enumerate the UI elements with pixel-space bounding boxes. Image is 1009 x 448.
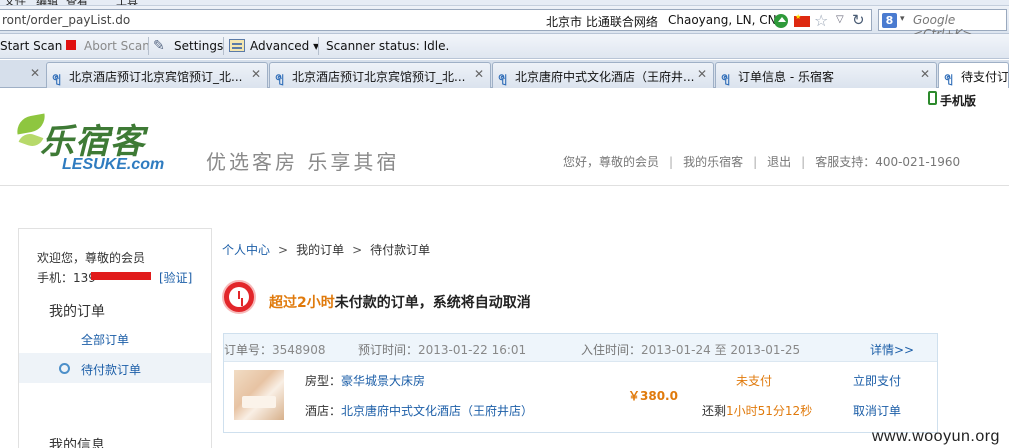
tab-order-info[interactable]: ၛ 订单信息 - 乐宿客 ✕ bbox=[715, 62, 937, 88]
pay-now-link[interactable]: 立即支付 bbox=[853, 372, 901, 389]
tab-close-icon[interactable]: ✕ bbox=[920, 67, 930, 81]
redaction-bar bbox=[91, 272, 151, 280]
stop-icon bbox=[66, 40, 76, 50]
tab-title: 订单信息 - 乐宿客 bbox=[738, 70, 834, 84]
site-favicon-icon: ၛ bbox=[721, 69, 730, 83]
sidebar-item-all-orders[interactable]: 全部订单 bbox=[81, 331, 129, 348]
tab-title: 北京酒店预订北京宾馆预订_北... bbox=[69, 70, 243, 84]
location-city-text: Chaoyang, LN, CN bbox=[668, 13, 777, 27]
my-account-link[interactable]: 我的乐宿客 bbox=[683, 155, 743, 169]
breadcrumb-home-link[interactable]: 个人中心 bbox=[222, 243, 270, 257]
start-scan-button[interactable]: Start Scan ▾ bbox=[0, 39, 72, 53]
verify-phone-link[interactable]: [验证] bbox=[159, 269, 192, 286]
nav-divider: | bbox=[669, 155, 674, 169]
tab-bar: ၛ 北京酒店预订北京宾馆预订_北... ✕ ၛ 北京酒店预订北京宾馆预订_北..… bbox=[0, 60, 1009, 88]
phone-number-text: 手机：139 bbox=[37, 271, 96, 285]
my-info-heading: 我的信息 bbox=[49, 438, 105, 448]
tab-close-icon[interactable]: ✕ bbox=[30, 66, 40, 80]
search-box[interactable]: 8 ▾ Google <Ctrl+K> bbox=[878, 9, 1007, 41]
sidebar-item-label: 待付款订单 bbox=[81, 363, 142, 377]
sidebar-item-pending-orders[interactable]: 待付款订单 bbox=[19, 353, 211, 383]
booking-time: 预订时间：2013-01-22 16:01 bbox=[358, 343, 527, 357]
member-sidebar: 欢迎您，尊敬的会员 手机：139 [验证] 我的订单 全部订单 待付款订单 我的… bbox=[18, 228, 212, 448]
search-engine-icon[interactable]: 8 bbox=[882, 13, 897, 28]
search-engine-dropdown-icon[interactable]: ▾ bbox=[900, 14, 905, 24]
active-circle-icon bbox=[59, 363, 70, 374]
abort-scan-button[interactable]: Abort Scan bbox=[84, 39, 150, 53]
logo-english-text: LESUKE.com bbox=[62, 156, 165, 173]
mobile-version-link[interactable]: 手机版 bbox=[940, 92, 976, 109]
nav-divider: | bbox=[753, 155, 758, 169]
tab-pending-payment[interactable]: ၛ 待支付订 bbox=[938, 62, 1009, 88]
site-favicon-icon: ၛ bbox=[944, 69, 953, 83]
order-card: 订单号：3548908 预订时间：2013-01-22 16:01 入住时间：2… bbox=[223, 333, 938, 433]
breadcrumb: 个人中心 > 我的订单 > 待付款订单 bbox=[222, 241, 430, 258]
breadcrumb-separator: > bbox=[352, 243, 363, 257]
site-favicon-icon: ၛ bbox=[275, 69, 284, 83]
greeting-text: 您好，尊敬的会员 bbox=[563, 155, 660, 169]
tab-title: 待支付订 bbox=[961, 70, 1009, 84]
warning-highlight: 超过2小时 bbox=[269, 295, 335, 311]
advanced-icon bbox=[229, 39, 245, 52]
room-type-row: 房型：豪华城景大床房 bbox=[305, 374, 426, 388]
watermark-text: www.wooyun.org bbox=[872, 428, 1000, 445]
support-phone-text: 客服支持：400-021-1960 bbox=[815, 155, 961, 169]
mobile-phone-icon bbox=[928, 91, 937, 105]
site-slogan: 优选客房 乐享其宿 bbox=[206, 150, 400, 174]
tab-close-icon[interactable]: ✕ bbox=[474, 67, 484, 81]
china-flag-icon bbox=[794, 13, 810, 27]
order-detail-link[interactable]: 详情>> bbox=[870, 341, 914, 358]
room-type-link[interactable]: 豪华城景大床房 bbox=[341, 374, 425, 388]
remaining-time: 还剩1小时51分12秒 bbox=[702, 404, 813, 418]
location-isp-text: 北京市 比通联合网络 bbox=[546, 15, 658, 29]
toolbar-separator bbox=[318, 37, 319, 55]
my-orders-heading: 我的订单 bbox=[49, 304, 105, 320]
bookmark-star-icon[interactable]: ☆ bbox=[814, 11, 828, 30]
breadcrumb-current: 待付款订单 bbox=[370, 243, 431, 257]
tab-hotel-search-1[interactable]: ၛ 北京酒店预订北京宾馆预订_北... ✕ bbox=[46, 62, 268, 88]
reload-icon[interactable]: ↻ bbox=[852, 11, 865, 29]
scanner-status-text: Scanner status: Idle. bbox=[326, 39, 450, 53]
toolbar-separator bbox=[148, 37, 149, 55]
payment-status: 未支付 bbox=[736, 374, 773, 388]
logout-link[interactable]: 退出 bbox=[767, 155, 791, 169]
order-number: 订单号：3548908 bbox=[224, 343, 326, 357]
top-navigation: 您好，尊敬的会员 | 我的乐宿客 | 退出 | 客服支持：400-021-1960 bbox=[563, 153, 960, 170]
hotel-row: 酒店：北京唐府中式文化酒店（王府井店） bbox=[305, 404, 534, 418]
tab-hotel-detail[interactable]: ၛ 北京唐府中式文化酒店（王府井... ✕ bbox=[492, 62, 714, 88]
cancel-order-link[interactable]: 取消订单 bbox=[853, 402, 901, 419]
header-divider bbox=[0, 185, 1009, 186]
hotel-thumbnail-image[interactable] bbox=[234, 370, 284, 420]
site-favicon-icon: ၛ bbox=[52, 69, 61, 83]
hotel-name-link[interactable]: 北京唐府中式文化酒店（王府井店） bbox=[341, 404, 533, 418]
alarm-clock-icon bbox=[222, 280, 256, 314]
toolbar-separator bbox=[223, 37, 224, 55]
tab-title: 北京唐府中式文化酒店（王府井... bbox=[515, 70, 695, 84]
tab-close-icon[interactable]: ✕ bbox=[251, 67, 261, 81]
auto-cancel-warning: 超过2小时未付款的订单，系统将自动取消 bbox=[269, 292, 531, 312]
url-dropdown-icon[interactable]: ▽ bbox=[836, 14, 844, 25]
scanner-toolbar: Start Scan ▾ Abort Scan Settings Advance… bbox=[0, 34, 1009, 59]
tab-title: 北京酒店预订北京宾馆预订_北... bbox=[292, 70, 466, 84]
settings-button[interactable]: Settings bbox=[174, 39, 223, 53]
warning-text: 未付款的订单，系统将自动取消 bbox=[334, 295, 531, 311]
tab-hotel-search-2[interactable]: ၛ 北京酒店预订北京宾馆预订_北... ✕ bbox=[269, 62, 491, 88]
site-favicon-icon: ၛ bbox=[498, 69, 507, 83]
order-header: 订单号：3548908 预订时间：2013-01-22 16:01 入住时间：2… bbox=[224, 334, 937, 362]
advanced-button[interactable]: Advanced ▾ bbox=[250, 39, 319, 53]
site-logo[interactable]: 乐宿客 LESUKE.com bbox=[14, 106, 194, 180]
welcome-text: 欢迎您，尊敬的会员 bbox=[37, 251, 146, 265]
order-price: ￥380.0 bbox=[628, 389, 678, 403]
wrench-icon: ✎ bbox=[153, 38, 165, 54]
breadcrumb-orders-link[interactable]: 我的订单 bbox=[296, 243, 344, 257]
nav-divider: | bbox=[801, 155, 806, 169]
checkin-time: 入住时间：2013-01-24 至 2013-01-25 bbox=[581, 343, 801, 357]
tab-close-icon[interactable]: ✕ bbox=[697, 67, 707, 81]
go-arrow-icon[interactable] bbox=[774, 14, 788, 28]
url-field[interactable]: ront/order_payList.do 北京市 比通联合网络 Chaoyan… bbox=[0, 9, 872, 31]
address-bar-row: ront/order_payList.do 北京市 比通联合网络 Chaoyan… bbox=[0, 6, 1009, 41]
breadcrumb-separator: > bbox=[278, 243, 289, 257]
url-text: ront/order_payList.do bbox=[2, 13, 131, 27]
